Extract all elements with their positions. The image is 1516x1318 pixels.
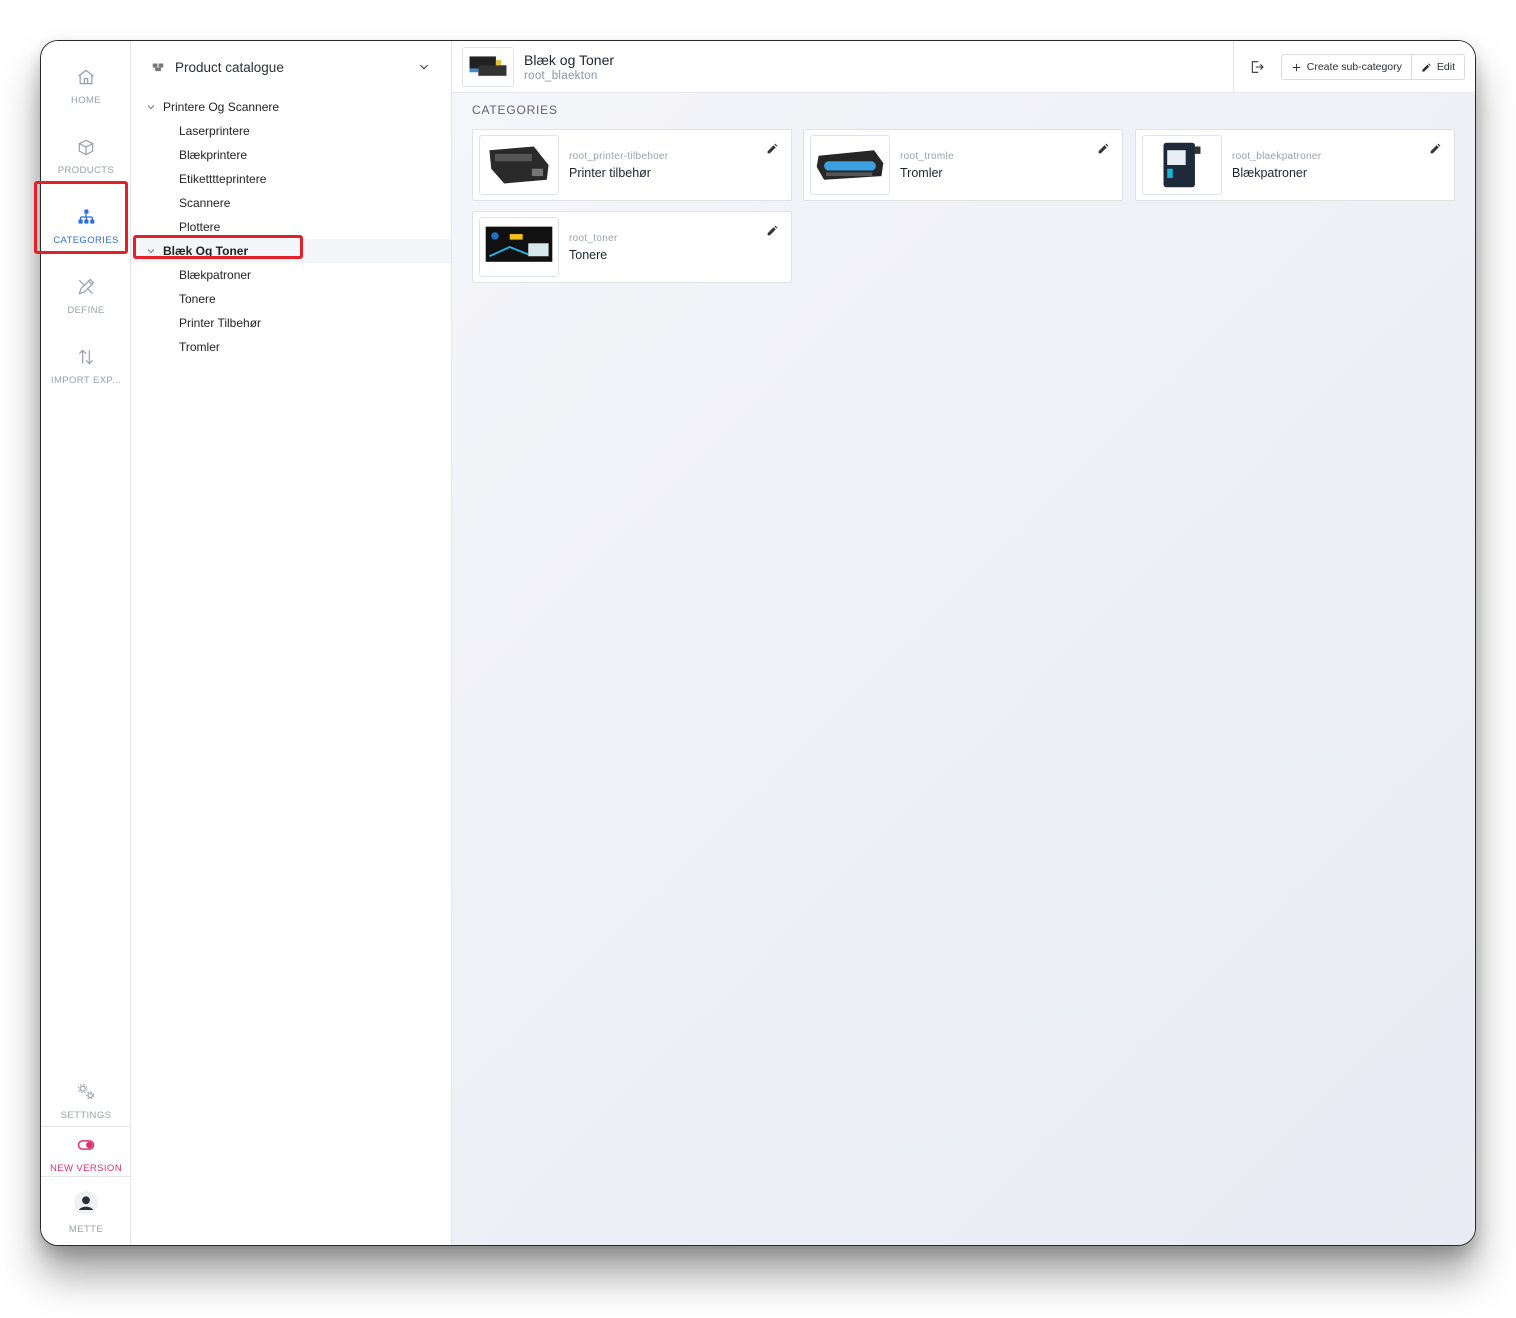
nav-new-version-label: NEW VERSION — [50, 1162, 122, 1174]
nav-new-version[interactable]: NEW VERSION — [41, 1129, 131, 1179]
nav-settings-label: SETTINGS — [60, 1109, 112, 1121]
boxes-icon — [152, 63, 164, 72]
tree-node-label: Blækpatroner — [179, 268, 252, 282]
tree-node-tonere[interactable]: Tonere — [131, 287, 451, 311]
pencil-icon[interactable] — [1429, 142, 1442, 155]
nav-rail: HOME PRODUCTS CATEGORIES DEFINE IMPORT E… — [41, 41, 131, 1245]
tree-list: Printere Og Scannere Laserprintere Blækp… — [131, 95, 451, 359]
nav-categories-label: CATEGORIES — [53, 234, 119, 246]
chevron-down-icon — [420, 64, 428, 70]
nav-define-label: DEFINE — [67, 304, 105, 316]
header-button-group: Create sub-category Edit — [1280, 54, 1465, 80]
gears-icon — [77, 1083, 95, 1099]
tree-node-label: Etiketttteprintere — [179, 172, 267, 186]
toner-image-icon — [469, 55, 507, 76]
pencil-icon[interactable] — [1097, 142, 1110, 155]
drum-image-icon — [816, 150, 884, 180]
tree-node-printer-tilbehor[interactable]: Printer Tilbehør — [131, 311, 451, 335]
subcategory-card[interactable]: root_printer-tilbehoer Printer tilbehør — [472, 129, 792, 201]
chevron-down-icon[interactable] — [145, 245, 157, 257]
tree-node-etiketprintere[interactable]: Etiketttteprintere — [131, 167, 451, 191]
subcategory-code: root_printer-tilbehoer — [569, 150, 669, 162]
tree-node-tromler[interactable]: Tromler — [131, 335, 451, 359]
chevron-down-icon[interactable] — [145, 101, 157, 113]
nav-products[interactable]: PRODUCTS — [41, 121, 131, 191]
nav-import-export[interactable]: IMPORT EXP... — [41, 331, 131, 401]
tree-node-printere-og-scannere[interactable]: Printere Og Scannere — [131, 95, 451, 119]
subcategory-code: root_toner — [569, 232, 618, 244]
subcategory-name: Blækpatroner — [1232, 165, 1308, 180]
tree-node-blaekprintere[interactable]: Blækprintere — [131, 143, 451, 167]
main-content: Blæk og Toner root_blaekton Create sub-c… — [452, 41, 1475, 1245]
tree-node-blaekpatroner[interactable]: Blækpatroner — [131, 263, 451, 287]
tree-node-label: Laserprintere — [179, 124, 250, 138]
category-code: root_blaekton — [524, 69, 598, 82]
box-icon — [77, 139, 95, 155]
subcategory-code: root_tromle — [900, 150, 954, 162]
toggle-icon — [77, 1139, 95, 1150]
tree-node-label: Blækprintere — [179, 148, 248, 162]
nav-import-export-label: IMPORT EXP... — [50, 374, 122, 386]
nav-categories[interactable]: CATEGORIES — [41, 191, 131, 261]
tree-node-label: Printer Tilbehør — [179, 316, 262, 330]
subcategory-thumbnail — [479, 217, 559, 277]
nav-user[interactable]: METTE — [41, 1181, 131, 1243]
subcategory-thumbnail — [1142, 135, 1222, 195]
edit-label: Edit — [1436, 61, 1455, 73]
tree-node-label: Tonere — [179, 292, 216, 306]
user-avatar-icon — [74, 1190, 98, 1215]
catalogue-selector[interactable]: Product catalogue — [131, 41, 451, 93]
design-tools-icon — [78, 278, 95, 295]
home-icon — [78, 69, 94, 84]
printer-accessory-image-icon — [489, 146, 549, 184]
tree-node-plottere[interactable]: Plottere — [131, 215, 451, 239]
create-sub-category-button[interactable]: Create sub-category — [1282, 55, 1411, 79]
category-header: Blæk og Toner root_blaekton Create sub-c… — [452, 41, 1475, 93]
subcategory-name: Printer tilbehør — [569, 165, 651, 180]
nav-home-label: HOME — [70, 94, 102, 106]
tree-node-label: Printere Og Scannere — [163, 100, 280, 114]
plus-icon — [1292, 63, 1300, 71]
hierarchy-icon — [78, 209, 95, 224]
subcategory-thumbnail — [810, 135, 890, 195]
export-button[interactable] — [1232, 41, 1281, 93]
toner-box-image-icon — [485, 226, 553, 262]
subcategory-thumbnail — [479, 135, 559, 195]
subcategory-name: Tonere — [569, 247, 608, 262]
category-thumbnail — [462, 46, 514, 87]
tree-node-label: Plottere — [179, 220, 221, 234]
catalogue-title: Product catalogue — [175, 59, 284, 75]
pencil-icon — [1422, 62, 1431, 72]
subcategory-name: Tromler — [900, 165, 943, 180]
category-tree-panel: Product catalogue Printere Og Scannere L… — [131, 41, 452, 1245]
tree-node-laserprintere[interactable]: Laserprintere — [131, 119, 451, 143]
export-icon — [1252, 61, 1265, 73]
nav-home[interactable]: HOME — [41, 51, 131, 121]
pencil-icon[interactable] — [766, 224, 779, 237]
tree-node-label: Blæk Og Toner — [163, 244, 249, 258]
subcategory-card[interactable]: root_tromle Tromler — [803, 129, 1123, 201]
edit-button[interactable]: Edit — [1410, 55, 1464, 79]
subcategory-code: root_blaekpatroner — [1232, 150, 1322, 162]
categories-section-title: CATEGORIES — [472, 103, 558, 117]
arrows-updown-icon — [78, 348, 94, 365]
nav-define[interactable]: DEFINE — [41, 261, 131, 331]
create-sub-category-label: Create sub-category — [1306, 61, 1402, 73]
tree-node-label: Scannere — [179, 196, 231, 210]
tree-node-scannere[interactable]: Scannere — [131, 191, 451, 215]
subcategory-card[interactable]: root_toner Tonere — [472, 211, 792, 283]
pencil-icon[interactable] — [766, 142, 779, 155]
subcategory-card[interactable]: root_blaekpatroner Blækpatroner — [1135, 129, 1455, 201]
tree-node-blaek-og-toner[interactable]: Blæk Og Toner — [131, 239, 451, 263]
nav-user-label: METTE — [68, 1223, 104, 1235]
category-title: Blæk og Toner — [524, 51, 615, 68]
nav-products-label: PRODUCTS — [57, 164, 115, 176]
app-window: HOME PRODUCTS CATEGORIES DEFINE IMPORT E… — [40, 40, 1476, 1246]
ink-cartridge-image-icon — [1163, 142, 1201, 188]
tree-node-label: Tromler — [179, 340, 220, 354]
